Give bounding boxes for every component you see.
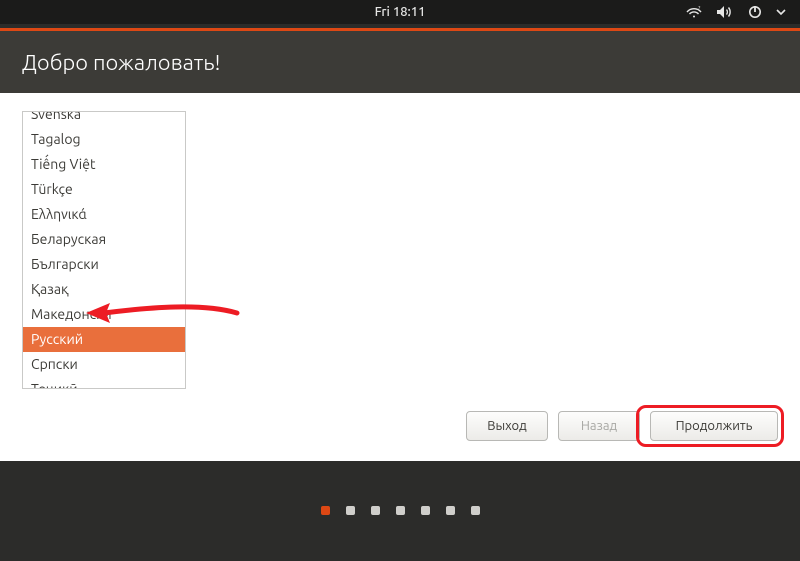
language-item[interactable]: Tiếng Việt [23,152,185,177]
installer-window: Добро пожаловать! SvenskaTagalogTiếng Vi… [0,28,800,461]
installer-pager [0,482,800,538]
desktop-root: Fri 18:11 ? Добро пожаловать! SvenskaTag… [0,0,800,561]
clock: Fri 18:11 [375,5,426,19]
pager-dot[interactable] [371,506,380,515]
language-item[interactable]: Türkçe [23,177,185,202]
installer-content: SvenskaTagalogTiếng ViệtTürkçeΕλληνικάБе… [0,93,800,461]
page-title: Добро пожаловать! [22,50,221,75]
continue-button[interactable]: Продолжить [650,411,778,441]
language-item[interactable]: Tagalog [23,127,185,152]
pager-dot[interactable] [446,506,455,515]
button-row: Выход Назад Продолжить [466,411,778,441]
network-icon[interactable]: ? [686,5,702,19]
volume-icon[interactable] [716,5,734,19]
language-item[interactable]: Български [23,252,185,277]
language-item[interactable]: Беларуская [23,227,185,252]
language-item[interactable]: Српски [23,352,185,377]
top-panel: Fri 18:11 ? [0,0,800,24]
pager-dot[interactable] [346,506,355,515]
pager-dot[interactable] [321,506,330,515]
pager-dot[interactable] [421,506,430,515]
language-item[interactable]: Тоҷикӣ [23,377,185,389]
language-item[interactable]: Ελληνικά [23,202,185,227]
language-item[interactable]: Svenska [23,111,185,127]
back-button: Назад [558,411,640,441]
pager-dot[interactable] [471,506,480,515]
annotation-arrow [82,295,242,335]
installer-titlebar: Добро пожаловать! [0,31,800,93]
chevron-down-icon[interactable] [776,5,786,19]
language-list[interactable]: SvenskaTagalogTiếng ViệtTürkçeΕλληνικάБе… [22,111,186,389]
quit-button[interactable]: Выход [466,411,548,441]
system-tray: ? [686,5,800,19]
pager-dot[interactable] [396,506,405,515]
power-icon[interactable] [748,5,762,19]
